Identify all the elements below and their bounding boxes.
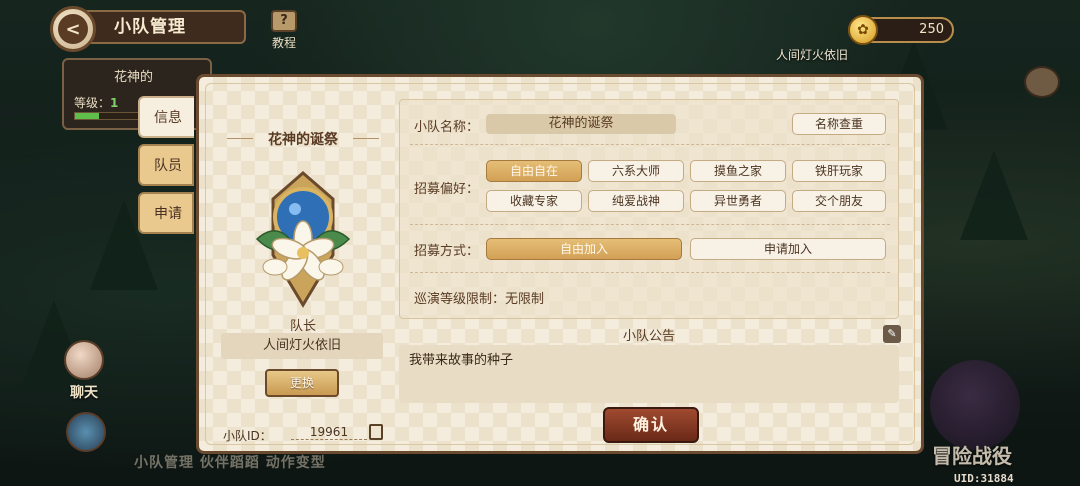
team-settings-form: 小队名称： 花神的诞祭 名称查重 招募偏好： 自由自在 六系大师 摸鱼之家 铁肝… [399,99,899,319]
pref-option[interactable]: 异世勇者 [690,190,786,212]
tutorial-label: 教程 [271,36,296,50]
pref-option[interactable]: 摸鱼之家 [690,160,786,182]
team-emblem-icon [255,171,351,308]
bottom-menu-text: 小队管理 伙伴蹈蹈 动作变型 [134,455,326,471]
uid-label: UID:31884 [954,472,1014,485]
team-id-value: 19961 [291,425,367,440]
compass-button[interactable] [66,412,106,454]
pref-option[interactable]: 六系大师 [588,160,684,182]
speech-bubble-icon[interactable] [1024,66,1060,98]
notice-text[interactable]: 我带来故事的种子 [399,345,899,403]
edit-icon[interactable]: ✎ [883,325,901,343]
change-leader-button[interactable]: 更换 [265,369,339,397]
team-summary-level: 等级：1 [74,96,119,110]
team-summary-name: 花神的 [114,70,154,85]
team-name-input[interactable]: 花神的诞祭 [486,114,676,134]
pref-option[interactable]: 自由自在 [486,160,582,182]
compass-icon [66,412,106,452]
tab-members[interactable]: 队员 [138,144,194,186]
coin-count: 250 [919,22,944,37]
tab-applications[interactable]: 申请 [138,192,194,234]
team-name-label: 小队名称： [414,120,480,135]
team-info-dialog: 花神的诞祭 队长 人间灯火依旧 更换 小队ID： 19961 小队名称： 花神的… [196,74,924,454]
leader-name: 人间灯火依旧 [221,333,383,359]
page-title: 小队管理 [84,10,246,44]
chevron-left-icon: < [58,14,88,44]
help-icon: ? [271,10,297,32]
confirm-button[interactable]: 确认 [603,407,699,443]
method-apply-join[interactable]: 申请加入 [690,238,886,260]
coin-icon: ✿ [848,15,878,45]
team-id-label: 小队ID： [223,429,272,443]
leader-label: 队长 [289,319,316,334]
recruit-preference-label: 招募偏好： [414,182,480,197]
back-button[interactable]: < [50,6,96,52]
pref-option[interactable]: 交个朋友 [792,190,886,212]
recruit-method-label: 招募方式： [414,244,480,259]
team-name-heading: 花神的诞祭 [221,129,385,149]
notice-title: 小队公告 [622,329,675,344]
method-free-join[interactable]: 自由加入 [486,238,682,260]
name-check-button[interactable]: 名称查重 [792,113,886,135]
pref-option[interactable]: 收藏专家 [486,190,582,212]
npc-name-tag: 人间灯火依旧 [776,48,849,62]
pref-option[interactable]: 纯爱战神 [588,190,684,212]
chat-button[interactable]: 聊天 [64,340,104,402]
level-limit-text: 巡演等级限制：无限制 [414,292,545,307]
campaign-button[interactable]: 冒险战役 [932,440,1012,469]
pref-option[interactable]: 铁肝玩家 [792,160,886,182]
chat-avatar-icon [64,340,104,380]
chat-label: 聊天 [70,385,98,401]
tutorial-button[interactable]: ? 教程 [268,10,300,51]
tab-info[interactable]: 信息 [138,96,194,138]
copy-icon[interactable] [369,424,383,440]
currency-display: ✿ 250 [848,15,954,45]
